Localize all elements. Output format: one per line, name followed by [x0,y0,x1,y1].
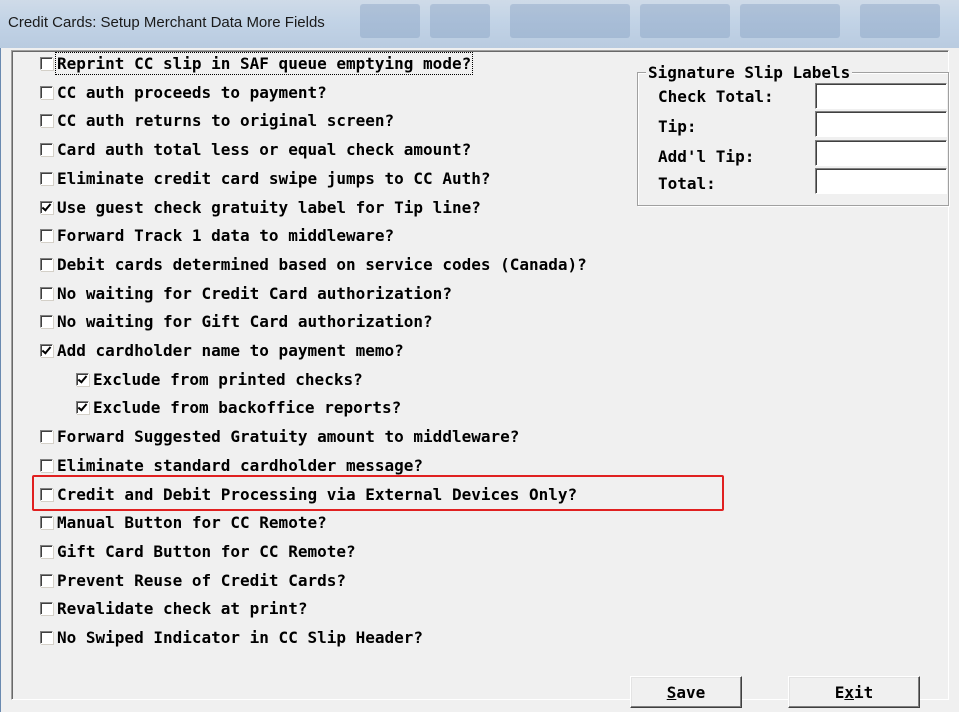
checkbox-unchecked[interactable] [40,314,53,328]
option-checkbox-row[interactable]: Use guest check gratuity label for Tip l… [40,196,481,218]
option-checkbox-row[interactable]: Eliminate credit card swipe jumps to CC … [40,167,490,189]
option-label: CC auth proceeds to payment? [57,82,327,102]
checkbox-unchecked[interactable] [40,228,53,242]
option-label: Eliminate credit card swipe jumps to CC … [57,168,491,188]
option-label: Forward Track 1 data to middleware? [57,225,395,245]
option-label: Manual Button for CC Remote? [57,512,327,532]
checkbox-unchecked[interactable] [40,630,53,644]
checkbox-unchecked[interactable] [40,458,53,472]
background-blur [430,4,490,38]
option-checkbox-row[interactable]: No waiting for Credit Card authorization… [40,282,452,304]
save-label-rest: ave [676,682,706,702]
checkbox-unchecked[interactable] [40,171,53,185]
checkbox-unchecked[interactable] [40,85,53,99]
checkbox-unchecked[interactable] [40,601,53,615]
option-checkbox-row[interactable]: CC auth returns to original screen? [40,109,394,131]
option-label: Gift Card Button for CC Remote? [57,541,356,561]
option-checkbox-row[interactable]: Card auth total less or equal check amou… [40,138,471,160]
addl-tip-label: Add'l Tip: [658,147,755,166]
option-checkbox-row[interactable]: No Swiped Indicator in CC Slip Header? [40,626,423,648]
checkbox-checked[interactable] [40,200,53,214]
option-label: Reprint CC slip in SAF queue emptying mo… [54,51,474,75]
background-blur [860,4,940,38]
option-checkbox-row[interactable]: Prevent Reuse of Credit Cards? [40,569,346,591]
option-label: Add cardholder name to payment memo? [57,340,404,360]
option-checkbox-row[interactable]: Debit cards determined based on service … [40,253,587,275]
checkbox-unchecked[interactable] [40,286,53,300]
checkbox-unchecked[interactable] [40,515,53,529]
option-label: Use guest check gratuity label for Tip l… [57,197,481,217]
option-label: CC auth returns to original screen? [57,110,395,130]
total-input[interactable] [815,168,947,194]
option-checkbox-row[interactable]: Exclude from printed checks? [76,368,363,390]
check-total-input[interactable] [815,83,947,109]
addl-tip-input[interactable] [815,140,947,166]
option-label: Exclude from printed checks? [93,369,363,389]
check-total-label: Check Total: [658,87,774,106]
option-label: Prevent Reuse of Credit Cards? [57,570,346,590]
exit-button[interactable]: Ex it [788,676,920,708]
option-checkbox-row[interactable]: Forward Suggested Gratuity amount to mid… [40,425,519,447]
option-checkbox-row[interactable]: Revalidate check at print? [40,597,307,619]
total-label: Total: [658,174,716,193]
option-label: Exclude from backoffice reports? [93,397,402,417]
background-blur [740,4,840,38]
checkbox-unchecked[interactable] [40,113,53,127]
save-hotkey: S [666,682,677,702]
title-bar: Credit Cards: Setup Merchant Data More F… [0,0,959,48]
option-label: Forward Suggested Gratuity amount to mid… [57,426,520,446]
option-checkbox-row[interactable]: CC auth proceeds to payment? [40,81,327,103]
checkbox-checked[interactable] [76,372,89,386]
option-label: No waiting for Credit Card authorization… [57,283,452,303]
checkbox-checked[interactable] [40,343,53,357]
option-label: Card auth total less or equal check amou… [57,139,472,159]
option-checkbox-row[interactable]: Manual Button for CC Remote? [40,511,327,533]
option-checkbox-row[interactable]: Reprint CC slip in SAF queue emptying mo… [40,51,474,75]
option-label: Eliminate standard cardholder message? [57,455,424,475]
checkbox-unchecked[interactable] [40,257,53,271]
checkbox-checked[interactable] [76,400,89,414]
exit-label-rest: it [854,682,874,702]
checkbox-unchecked[interactable] [40,429,53,443]
exit-label-pre: E [834,682,845,702]
tip-input[interactable] [815,111,947,137]
option-checkbox-row[interactable]: Gift Card Button for CC Remote? [40,540,356,562]
option-label: Revalidate check at print? [57,598,308,618]
background-blur [510,4,630,38]
option-checkbox-row[interactable]: Exclude from backoffice reports? [76,396,401,418]
option-label: No Swiped Indicator in CC Slip Header? [57,627,424,647]
checkbox-unchecked[interactable] [40,56,53,70]
option-label: No waiting for Gift Card authorization? [57,311,433,331]
background-blur [640,4,730,38]
option-checkbox-row[interactable]: Eliminate standard cardholder message? [40,454,423,476]
option-checkbox-row[interactable]: Forward Track 1 data to middleware? [40,224,394,246]
option-label: Debit cards determined based on service … [57,254,587,274]
option-checkbox-row[interactable]: No waiting for Gift Card authorization? [40,310,433,332]
checkbox-unchecked[interactable] [40,142,53,156]
save-button[interactable]: Save [630,676,742,708]
option-checkbox-row[interactable]: Add cardholder name to payment memo? [40,339,404,361]
window-title: Credit Cards: Setup Merchant Data More F… [8,14,325,31]
checkbox-unchecked[interactable] [40,573,53,587]
background-blur [360,4,420,38]
checkbox-unchecked[interactable] [40,544,53,558]
tip-label: Tip: [658,117,697,136]
highlight-annotation [32,475,724,511]
exit-hotkey: x [844,682,854,702]
signature-slip-title: Signature Slip Labels [646,63,853,82]
